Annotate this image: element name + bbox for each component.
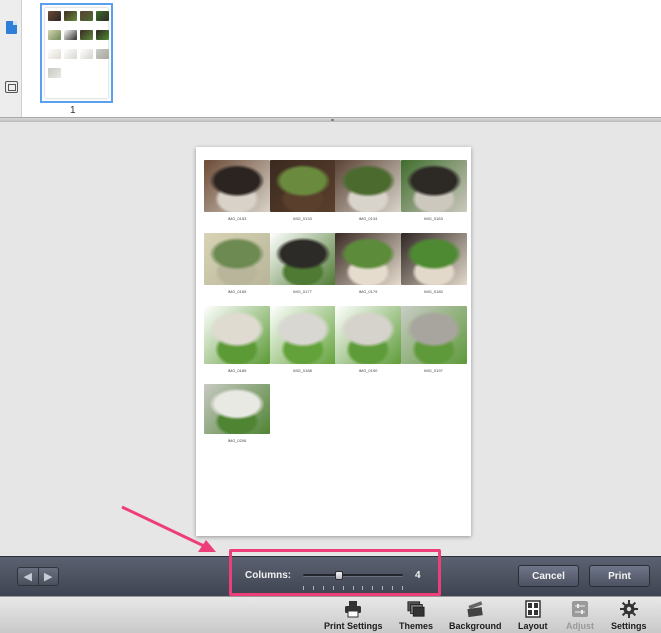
mini-photo xyxy=(48,68,61,78)
print-dialog: 1 IMG_0153 IMG_0133 IMG_0134 IMG_0163 IMG_01… xyxy=(0,0,661,633)
pages-view-button[interactable] xyxy=(3,78,19,96)
toolbar-label: Settings xyxy=(611,621,647,631)
plant-photo xyxy=(400,306,467,364)
mini-photo xyxy=(64,30,77,40)
photo-cell: IMG_0197 xyxy=(400,306,467,374)
plant-photo xyxy=(335,160,401,212)
arrow-right-icon: ▶ xyxy=(44,571,53,583)
toolbar-print-settings-button[interactable]: Print Settings xyxy=(324,600,383,632)
photo-caption: IMG_0190 xyxy=(358,368,378,373)
columns-highlight-box xyxy=(229,549,441,596)
adjust-icon xyxy=(571,600,589,618)
toolbar-label: Print Settings xyxy=(324,621,383,631)
photo-caption: IMG_0133 xyxy=(293,216,312,221)
toolbar-themes-button[interactable]: Themes xyxy=(399,600,433,632)
photo-caption: IMG_0206 xyxy=(227,438,247,443)
photo-caption: IMG_0177 xyxy=(293,289,312,294)
print-preview-area: IMG_0153 IMG_0133 IMG_0134 IMG_0163 IMG_0165… xyxy=(0,122,661,556)
plant-photo xyxy=(269,160,336,212)
mini-photo xyxy=(96,30,109,40)
print-sheet: IMG_0153 IMG_0133 IMG_0134 IMG_0163 IMG_0165… xyxy=(196,147,471,536)
print-button[interactable]: Print xyxy=(589,565,650,587)
plant-photo xyxy=(335,233,401,285)
page-thumbnail-preview xyxy=(45,8,109,98)
photo-caption: IMG_0134 xyxy=(358,216,378,221)
mini-photo xyxy=(80,30,93,40)
gear-icon xyxy=(619,600,638,618)
splitter-handle[interactable] xyxy=(331,119,334,121)
mini-photo xyxy=(96,11,109,21)
toolbar-label: Adjust xyxy=(566,621,594,631)
mini-photo xyxy=(64,49,77,59)
photo-cell: IMG_0206 xyxy=(204,384,270,444)
photo-cell: IMG_0185 xyxy=(204,306,270,374)
mini-photo xyxy=(48,30,61,40)
photo-cell: IMG_0163 xyxy=(400,160,467,222)
pages-icon xyxy=(4,81,18,93)
mini-photo xyxy=(96,49,109,59)
plant-photo xyxy=(269,233,336,285)
previous-page-button[interactable]: ◀ xyxy=(18,568,38,585)
thumbnail-strip: 1 xyxy=(0,0,661,117)
toolbar-label: Background xyxy=(449,621,502,631)
photo-cell: IMG_0188 xyxy=(269,306,336,374)
photo-cell: IMG_0165 xyxy=(204,233,270,295)
document-view-button[interactable] xyxy=(3,18,19,36)
mini-photo xyxy=(80,11,93,21)
themes-icon xyxy=(407,600,425,618)
background-icon xyxy=(466,600,484,618)
photo-cell: IMG_0180 xyxy=(400,233,467,295)
page-thumbnail-1[interactable] xyxy=(40,3,113,103)
plant-photo xyxy=(204,233,270,285)
toolbar-background-button[interactable]: Background xyxy=(449,600,502,632)
photo-caption: IMG_0180 xyxy=(424,289,443,294)
toolbar-label: Layout xyxy=(518,621,548,631)
annotation-arrow-icon xyxy=(121,505,216,552)
photo-cell: IMG_0153 xyxy=(204,160,270,222)
photo-cell: IMG_0190 xyxy=(335,306,401,374)
mini-photo xyxy=(48,49,61,59)
photo-cell: IMG_0134 xyxy=(335,160,401,222)
layout-icon xyxy=(524,600,542,618)
cancel-button[interactable]: Cancel xyxy=(518,565,579,587)
mini-photo xyxy=(80,49,93,59)
mini-photo xyxy=(48,11,61,21)
page-navigation: ◀ ▶ xyxy=(17,567,59,586)
arrow-left-icon: ◀ xyxy=(23,571,32,583)
photo-caption: IMG_0188 xyxy=(293,368,312,373)
photo-caption: IMG_0163 xyxy=(424,216,443,221)
printer-icon xyxy=(344,600,362,618)
photo-cell: IMG_0133 xyxy=(269,160,336,222)
plant-photo xyxy=(204,384,270,434)
mini-photo xyxy=(64,11,77,21)
plant-photo xyxy=(204,306,270,364)
view-sidebar xyxy=(0,0,22,117)
photo-caption: IMG_0179 xyxy=(358,289,378,294)
plant-photo xyxy=(400,233,467,285)
plant-photo xyxy=(204,160,270,212)
page-thumbnail-number: 1 xyxy=(70,105,76,116)
photo-caption: IMG_0165 xyxy=(227,289,247,294)
toolbar-settings-button[interactable]: Settings xyxy=(611,600,647,632)
photo-caption: IMG_0185 xyxy=(227,368,247,373)
next-page-button[interactable]: ▶ xyxy=(37,568,59,585)
bottom-toolbar: Print Settings Themes Background Layout Adju… xyxy=(0,596,661,633)
toolbar-label: Themes xyxy=(399,621,434,631)
plant-photo xyxy=(269,306,336,364)
plant-photo xyxy=(400,160,467,212)
toolbar-layout-button[interactable]: Layout xyxy=(518,600,548,632)
photo-cell: IMG_0177 xyxy=(269,233,336,295)
plant-photo xyxy=(335,306,401,364)
photo-caption: IMG_0197 xyxy=(424,368,443,373)
document-icon xyxy=(5,20,17,34)
photo-cell: IMG_0179 xyxy=(335,233,401,295)
photo-caption: IMG_0153 xyxy=(227,216,247,221)
toolbar-adjust-button: Adjust xyxy=(566,600,594,632)
